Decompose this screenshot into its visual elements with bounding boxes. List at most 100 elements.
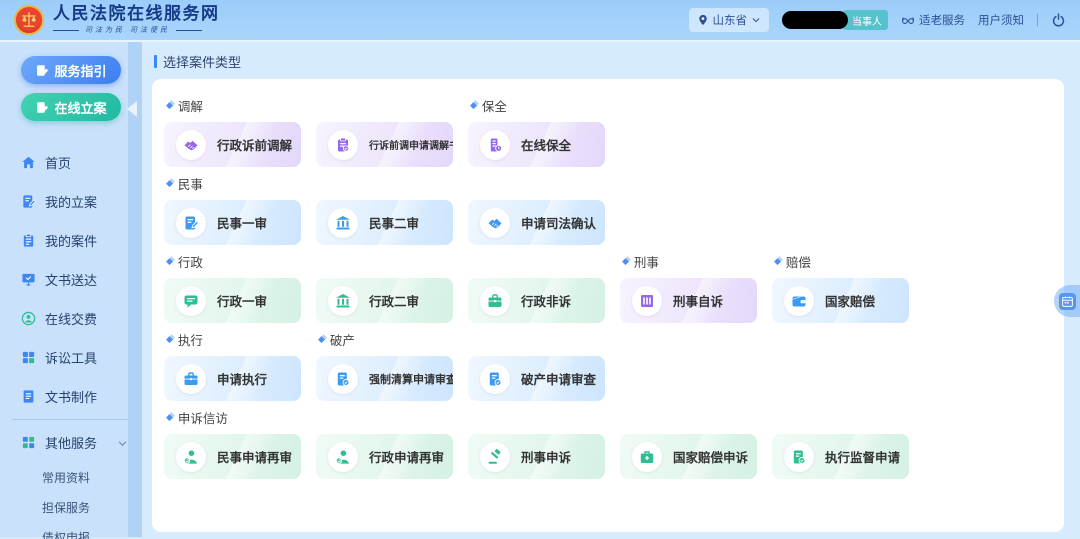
case-card[interactable]: 强制清算申请审查 bbox=[316, 356, 453, 401]
case-card-label: 行政二审 bbox=[369, 295, 420, 309]
online-filing-button[interactable]: 在线立案 bbox=[21, 93, 121, 121]
case-card[interactable]: 刑事申诉 bbox=[468, 434, 605, 479]
section: ◆ 调解行政诉前调解 行诉前调申请调解书 bbox=[164, 89, 453, 167]
briefcase-icon bbox=[480, 285, 510, 316]
power-icon[interactable] bbox=[1051, 12, 1066, 28]
bank-icon bbox=[328, 285, 358, 316]
person-circle-icon bbox=[21, 311, 36, 326]
section-row: ◆ 调解行政诉前调解 行诉前调申请调解书 ◆ 保全在线保全 bbox=[164, 89, 1052, 167]
case-card-label: 民事二审 bbox=[369, 217, 420, 231]
sidebar-item-document-making[interactable]: 文书制作 bbox=[0, 377, 142, 416]
doc-pen-icon bbox=[35, 101, 49, 114]
calendar-icon bbox=[1059, 292, 1076, 310]
case-card[interactable]: 民事二审 bbox=[316, 200, 453, 245]
case-card[interactable]: 行政诉前调解 bbox=[164, 122, 301, 167]
section-label: ◆ 破产 bbox=[318, 330, 605, 349]
sidebar-item-label: 文书制作 bbox=[45, 390, 98, 405]
section-name: 破产 bbox=[329, 334, 355, 348]
sidebar-subitem-guarantee-service[interactable]: 担保服务 bbox=[0, 492, 142, 522]
region-label: 山东省 bbox=[712, 15, 748, 27]
service-guide-button[interactable]: 服务指引 bbox=[21, 56, 121, 84]
home-icon bbox=[21, 155, 36, 170]
card-list: 强制清算申请审查 破产申请审查 bbox=[316, 356, 605, 401]
building-icon bbox=[480, 129, 510, 160]
case-card[interactable]: 申请司法确认 bbox=[468, 200, 605, 245]
section: ◆ 保全在线保全 bbox=[468, 89, 605, 167]
section-name: 行政 bbox=[177, 256, 203, 270]
sidebar-item-home[interactable]: 首页 bbox=[0, 143, 142, 182]
section-label: ◆ 刑事 bbox=[622, 252, 757, 271]
section-label: ◆ 民事 bbox=[166, 174, 605, 193]
clipboard-icon bbox=[21, 233, 36, 248]
handshake-icon bbox=[176, 129, 206, 160]
sidebar-item-other-services[interactable]: 其他服务 bbox=[0, 423, 142, 462]
case-card-label: 申请司法确认 bbox=[521, 217, 597, 231]
sidebar-item-my-filing[interactable]: 我的立案 bbox=[0, 182, 142, 221]
section: ◆ 执行 申请执行 bbox=[164, 323, 301, 401]
floating-widget[interactable] bbox=[1054, 285, 1080, 317]
section-label: ◆ 调解 bbox=[166, 96, 453, 115]
case-card[interactable]: 刑事自诉 bbox=[620, 278, 757, 323]
card-list: 行政诉前调解 行诉前调申请调解书 bbox=[164, 122, 453, 167]
menu-divider bbox=[12, 419, 128, 420]
case-card-label: 国家赔偿申诉 bbox=[673, 451, 749, 465]
username-redacted bbox=[782, 11, 848, 29]
case-card[interactable]: 在线保全 bbox=[468, 122, 605, 167]
site-slogan: 司法为民 司法便民 bbox=[53, 25, 220, 35]
medkit-icon bbox=[632, 441, 662, 472]
sidebar-subitem-claim-declaration[interactable]: 债权申报 bbox=[0, 522, 142, 539]
doc-icon bbox=[21, 389, 36, 404]
case-card[interactable]: 行政非诉 bbox=[468, 278, 605, 323]
handshake-icon bbox=[480, 207, 510, 238]
pillar-icon bbox=[632, 285, 662, 316]
user-notice-link[interactable]: 用户须知 bbox=[978, 12, 1024, 28]
elder-service-link[interactable]: 适老服务 bbox=[901, 12, 965, 28]
doc-pen-icon bbox=[21, 194, 36, 209]
case-card[interactable]: 国家赔偿申诉 bbox=[620, 434, 757, 479]
case-card[interactable]: 行诉前调申请调解书 bbox=[316, 122, 453, 167]
section: ◆ 破产强制清算申请审查 破产申请审查 bbox=[316, 323, 605, 401]
sidebar: 服务指引 在线立案 首页我的立案我的案件 文书送达 在线交费 诉讼工具文书制作其他服务… bbox=[0, 42, 142, 539]
case-card[interactable]: 国家赔偿 bbox=[772, 278, 909, 323]
monitor-check-icon bbox=[21, 272, 36, 287]
case-card-label: 行诉前调申请调解书 bbox=[369, 141, 453, 152]
section-row: ◆ 申诉信访民事申请再审 行政申请再审 刑事申诉 国家赔偿申诉 执行监督申请 bbox=[164, 401, 1052, 479]
gavel-icon bbox=[480, 441, 510, 472]
case-card[interactable]: 申请执行 bbox=[164, 356, 301, 401]
diamond-bullet: ◆ bbox=[166, 256, 173, 266]
sidebar-item-my-cases[interactable]: 我的案件 bbox=[0, 221, 142, 260]
case-card-label: 民事一审 bbox=[217, 217, 268, 231]
case-card[interactable]: 执行监督申请 bbox=[772, 434, 909, 479]
speech-icon bbox=[176, 285, 206, 316]
case-card[interactable]: 民事一审 bbox=[164, 200, 301, 245]
sidebar-item-litigation-tools[interactable]: 诉讼工具 bbox=[0, 338, 142, 377]
apps-icon bbox=[21, 435, 36, 450]
case-card[interactable]: 行政二审 bbox=[316, 278, 453, 323]
user-info[interactable]: 当事人 bbox=[782, 10, 888, 30]
case-card-label: 强制清算申请审查 bbox=[369, 373, 453, 386]
court-emblem-logo bbox=[14, 5, 44, 35]
section-label: ◆ 申诉信访 bbox=[166, 408, 909, 427]
section: ◆ 刑事刑事自诉 bbox=[620, 245, 757, 323]
case-card[interactable]: 行政一审 bbox=[164, 278, 301, 323]
chevron-down-icon bbox=[117, 437, 128, 448]
section: ◆ 民事民事一审 民事二审 申请司法确认 bbox=[164, 167, 605, 245]
diamond-bullet: ◆ bbox=[166, 334, 173, 344]
case-card-label: 刑事申诉 bbox=[521, 451, 572, 465]
diamond-bullet: ◆ bbox=[166, 178, 173, 188]
header-actions: 山东省 当事人 适老服务 用户须知 bbox=[688, 8, 1067, 32]
sidebar-subitem-common-materials[interactable]: 常用资料 bbox=[0, 462, 142, 492]
case-card[interactable]: 行政申请再审 bbox=[316, 434, 453, 479]
sidebar-item-online-payment[interactable]: 在线交费 bbox=[0, 299, 142, 338]
region-selector[interactable]: 山东省 bbox=[688, 8, 769, 32]
clipboard-check-icon bbox=[328, 129, 358, 160]
section-label: ◆ 保全 bbox=[470, 96, 605, 115]
sidebar-item-document-delivery[interactable]: 文书送达 bbox=[0, 260, 142, 299]
sidebar-item-label: 我的立案 bbox=[45, 195, 98, 210]
case-card[interactable]: 民事申请再审 bbox=[164, 434, 301, 479]
doc-check-icon bbox=[480, 363, 510, 394]
section-name: 调解 bbox=[177, 100, 203, 114]
case-card[interactable]: 破产申请审查 bbox=[468, 356, 605, 401]
section: ◆ 赔偿 国家赔偿 bbox=[772, 245, 909, 323]
diamond-bullet: ◆ bbox=[166, 100, 173, 110]
